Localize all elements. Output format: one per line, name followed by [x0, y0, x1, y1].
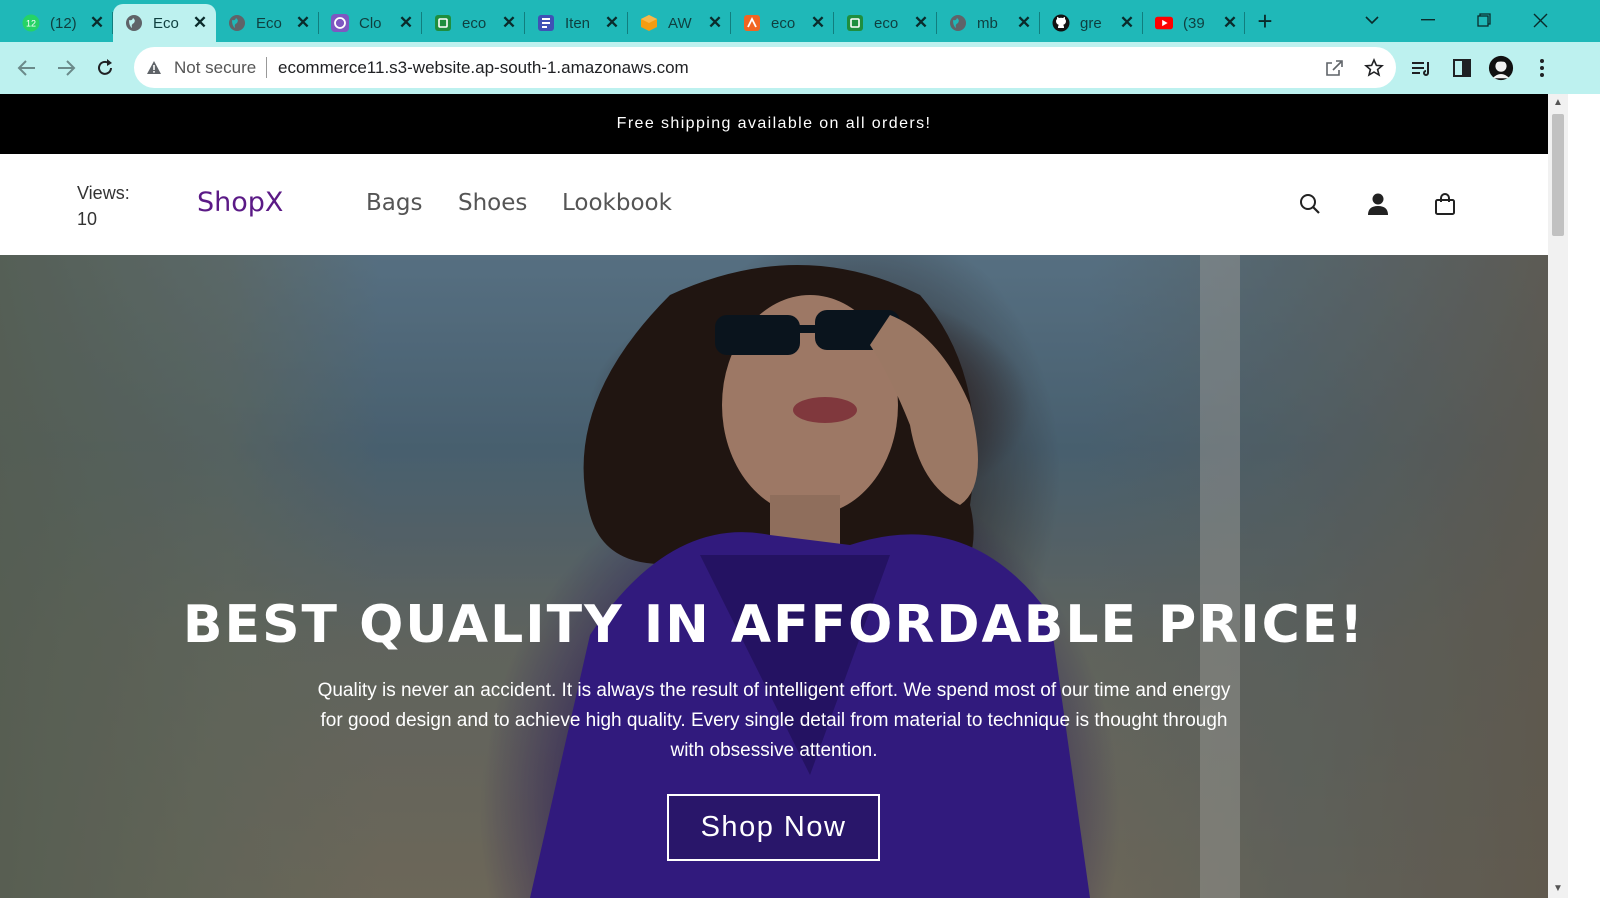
new-tab-button[interactable]: + — [1252, 8, 1278, 35]
tab-title: AW — [668, 14, 692, 32]
site-logo[interactable]: ShopX — [197, 187, 283, 218]
address-divider — [266, 57, 267, 78]
green-store-icon — [434, 14, 452, 32]
tab-github[interactable]: gre ✕ — [1040, 4, 1143, 42]
tab-title: Eco — [153, 14, 179, 32]
tab-title: Eco — [256, 14, 282, 32]
tab-title: Iten — [565, 14, 591, 32]
tab-mb[interactable]: mb ✕ — [937, 4, 1040, 42]
views-count: 10 — [77, 209, 98, 229]
page-scrollbar[interactable]: ▲ ▼ — [1548, 94, 1568, 898]
globe-icon — [228, 14, 246, 32]
close-icon[interactable]: ✕ — [89, 13, 105, 33]
search-icon[interactable] — [1296, 190, 1324, 218]
account-user-icon[interactable] — [1364, 190, 1392, 218]
tab-ecommerce-2[interactable]: Eco ✕ — [216, 4, 319, 42]
security-status-label[interactable]: Not secure — [174, 58, 256, 78]
doc-icon — [537, 14, 555, 32]
aws-cube-icon — [640, 14, 658, 32]
close-icon[interactable]: ✕ — [501, 13, 517, 33]
close-icon[interactable]: ✕ — [398, 13, 414, 33]
youtube-icon — [1155, 14, 1173, 32]
close-icon[interactable]: ✕ — [707, 13, 723, 33]
profile-avatar[interactable] — [1488, 55, 1514, 81]
browser-toolbar: Not secure ecommerce11.s3-website.ap-sou… — [0, 42, 1600, 94]
url-text[interactable]: ecommerce11.s3-website.ap-south-1.amazon… — [278, 58, 689, 78]
address-bar[interactable]: Not secure ecommerce11.s3-website.ap-sou… — [134, 47, 1396, 88]
hero-description: Quality is never an accident. It is alwa… — [317, 680, 1231, 761]
browser-menu-icon[interactable] — [1529, 55, 1555, 81]
close-icon[interactable]: ✕ — [192, 13, 208, 33]
tab-title: (12) — [50, 14, 77, 32]
announcement-bar: Free shipping available on all orders! — [0, 94, 1548, 154]
tab-youtube[interactable]: (39 ✕ — [1143, 4, 1246, 42]
tab-title: gre — [1080, 14, 1102, 32]
side-panel-icon[interactable] — [1449, 55, 1475, 81]
hero-banner: BEST QUALITY IN AFFORDABLE PRICE! Qualit… — [0, 255, 1548, 898]
globe-icon — [125, 14, 143, 32]
tab-items[interactable]: Iten ✕ — [525, 4, 628, 42]
tab-eco-rss[interactable]: eco ✕ — [731, 4, 834, 42]
restore-icon[interactable] — [1464, 6, 1504, 34]
tab-eco-store-2[interactable]: eco ✕ — [834, 4, 937, 42]
tab-title: (39 — [1183, 14, 1205, 32]
scroll-thumb[interactable] — [1552, 114, 1564, 236]
reload-icon[interactable] — [91, 54, 119, 82]
close-icon[interactable]: ✕ — [810, 13, 826, 33]
scroll-down-arrow-icon[interactable]: ▼ — [1548, 880, 1568, 898]
close-icon[interactable]: ✕ — [295, 13, 311, 33]
close-icon[interactable]: ✕ — [913, 13, 929, 33]
window-edge — [1568, 94, 1600, 898]
minimize-icon[interactable] — [1408, 6, 1448, 34]
close-icon[interactable]: ✕ — [1119, 13, 1135, 33]
scroll-up-arrow-icon[interactable]: ▲ — [1548, 94, 1568, 112]
close-icon[interactable]: ✕ — [1016, 13, 1032, 33]
github-icon — [1052, 14, 1070, 32]
globe-icon — [949, 14, 967, 32]
nav-link-lookbook[interactable]: Lookbook — [562, 190, 672, 216]
views-label: Views: — [77, 183, 130, 203]
warning-triangle-icon[interactable] — [146, 60, 162, 80]
views-counter: Views: 10 — [77, 180, 130, 232]
tab-cloud[interactable]: Clo ✕ — [319, 4, 422, 42]
shop-now-button[interactable]: Shop Now — [667, 794, 880, 861]
tab-title: eco — [874, 14, 899, 32]
tab-title: eco — [771, 14, 796, 32]
shopping-bag-icon[interactable] — [1431, 190, 1459, 218]
reading-list-icon[interactable] — [1409, 55, 1435, 81]
tab-ecommerce-active[interactable]: Eco ✕ — [113, 4, 216, 42]
tab-title: eco — [462, 14, 487, 32]
close-icon[interactable]: ✕ — [604, 13, 620, 33]
back-arrow-icon[interactable] — [13, 54, 41, 82]
svg-text:12: 12 — [26, 19, 36, 29]
forward-arrow-icon[interactable] — [52, 54, 80, 82]
tab-search-chevron-down-icon[interactable] — [1352, 6, 1392, 34]
bookmark-star-icon[interactable] — [1362, 56, 1386, 80]
tab-whatsapp[interactable]: 12 (12) ✕ — [10, 4, 113, 42]
web-page: Free shipping available on all orders! V… — [0, 94, 1548, 898]
tab-title: Clo — [359, 14, 382, 32]
tab-eco-store[interactable]: eco ✕ — [422, 4, 525, 42]
browser-tab-strip: 12 (12) ✕ Eco ✕ Eco ✕ Clo ✕ eco ✕ Iten ✕… — [0, 0, 1600, 42]
close-icon[interactable]: ✕ — [1222, 13, 1238, 33]
cloud-app-icon — [331, 14, 349, 32]
hero-title: BEST QUALITY IN AFFORDABLE PRICE! — [182, 595, 1366, 655]
share-icon[interactable] — [1322, 56, 1346, 80]
whatsapp-icon: 12 — [22, 14, 40, 32]
site-header: Views: 10 ShopX Bags Shoes Lookbook — [0, 154, 1548, 255]
nav-link-bags[interactable]: Bags — [366, 190, 422, 216]
tab-aws[interactable]: AW ✕ — [628, 4, 731, 42]
tab-separator — [1244, 12, 1245, 34]
nav-link-shoes[interactable]: Shoes — [458, 190, 527, 216]
green-store-icon — [846, 14, 864, 32]
rss-icon — [743, 14, 761, 32]
window-close-icon[interactable] — [1520, 6, 1560, 34]
tab-title: mb — [977, 14, 998, 32]
